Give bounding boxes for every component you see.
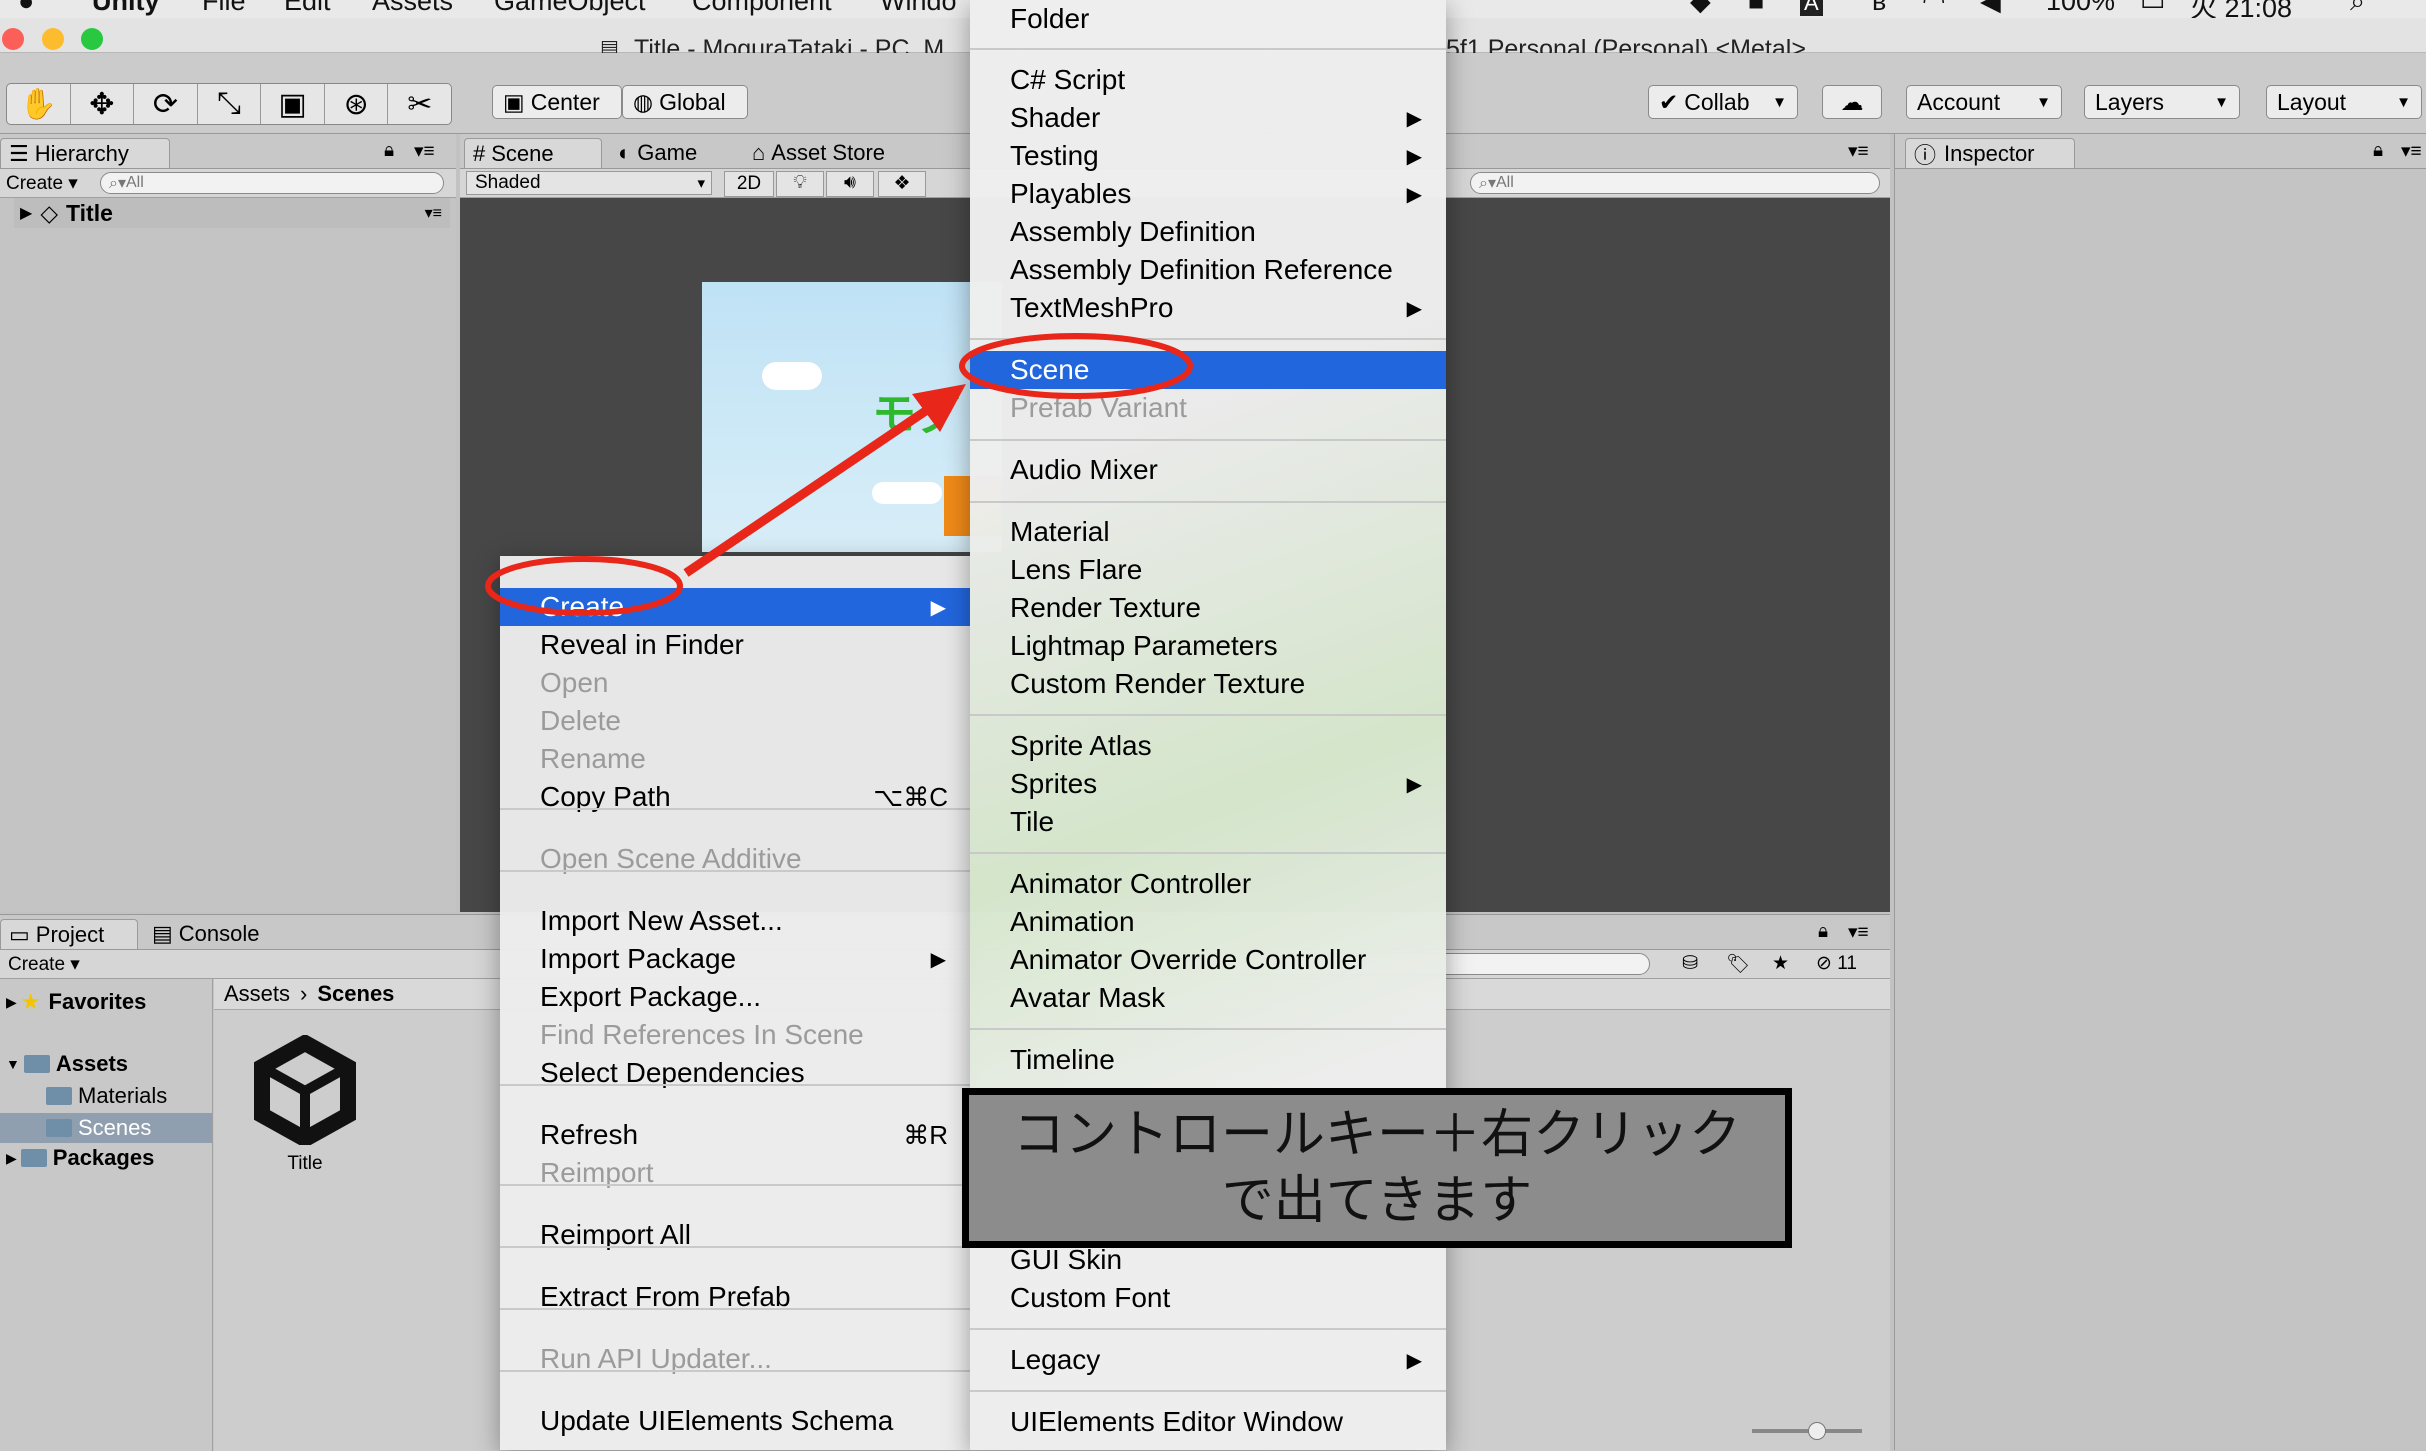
- annotation-circle-scene: [959, 333, 1193, 399]
- annotation-circle-create: [485, 556, 683, 616]
- annotation-arrow-line: [683, 404, 933, 577]
- annotation-overlay: [485, 333, 1193, 616]
- arrow-head-icon: [912, 384, 966, 432]
